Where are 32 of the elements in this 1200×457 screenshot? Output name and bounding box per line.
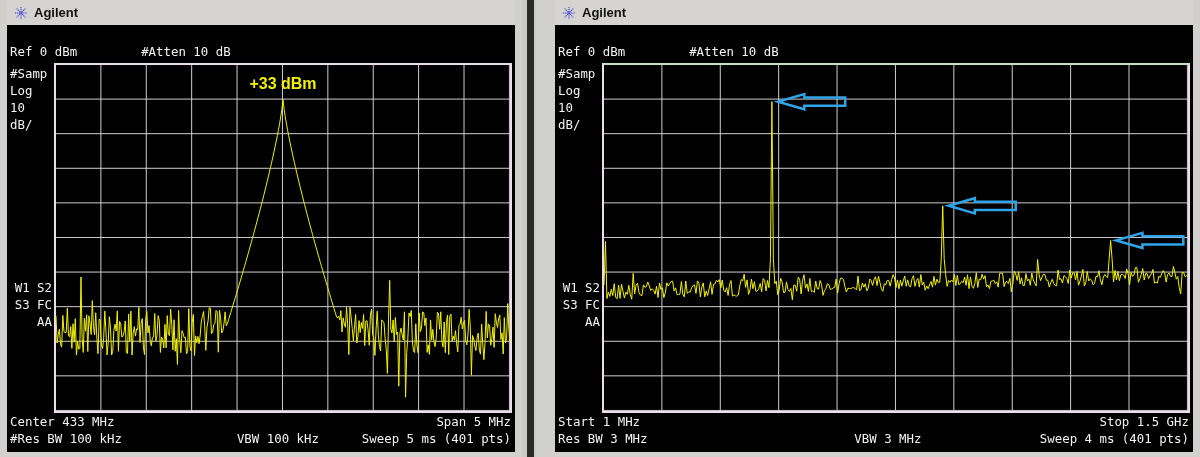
brand-name: Agilent: [582, 5, 627, 20]
footer-label: Center 433 MHz: [10, 413, 115, 430]
mode-label: W1 S2: [14, 279, 52, 296]
mode-label: S3 FC: [562, 296, 600, 313]
mode-label: S3 FC: [14, 296, 52, 313]
scale-label: #Samp: [558, 65, 597, 82]
footer-label: #Res BW 100 kHz: [10, 430, 122, 447]
footer-label: VBW 3 MHz: [854, 430, 922, 447]
starburst-icon: [14, 5, 28, 20]
scale-label: Log: [10, 82, 34, 99]
brand-name: Agilent: [34, 5, 79, 20]
mode-label: AA: [37, 313, 52, 330]
scale-label: 10: [558, 99, 574, 116]
attenuation-setting: #Atten 10 dB: [689, 44, 779, 61]
footer-label: Span 5 MHz: [436, 413, 511, 430]
footer-label: VBW 100 kHz: [236, 430, 319, 447]
scale-label: 10: [10, 99, 26, 116]
attenuation-setting: #Atten 10 dB: [141, 44, 231, 61]
footer-label: Stop 1.5 GHz: [1099, 413, 1189, 430]
starburst-icon: [562, 5, 576, 20]
footer-label: Sweep 4 ms (401 pts): [1039, 430, 1189, 447]
mode-label: W1 S2: [562, 279, 600, 296]
footer-label: Res BW 3 MHz: [558, 430, 648, 447]
mode-label: AA: [585, 313, 600, 330]
footer-label: Start 1 MHz: [558, 413, 641, 430]
scale-label: Log: [558, 82, 582, 99]
footer-label: Sweep 5 ms (401 pts): [361, 430, 511, 447]
reference-level: Ref 0 dBm: [558, 44, 626, 61]
scale-label: dB/: [558, 116, 582, 133]
scale-label: dB/: [10, 116, 34, 133]
reference-level: Ref 0 dBm: [10, 44, 78, 61]
scale-label: #Samp: [10, 65, 49, 82]
